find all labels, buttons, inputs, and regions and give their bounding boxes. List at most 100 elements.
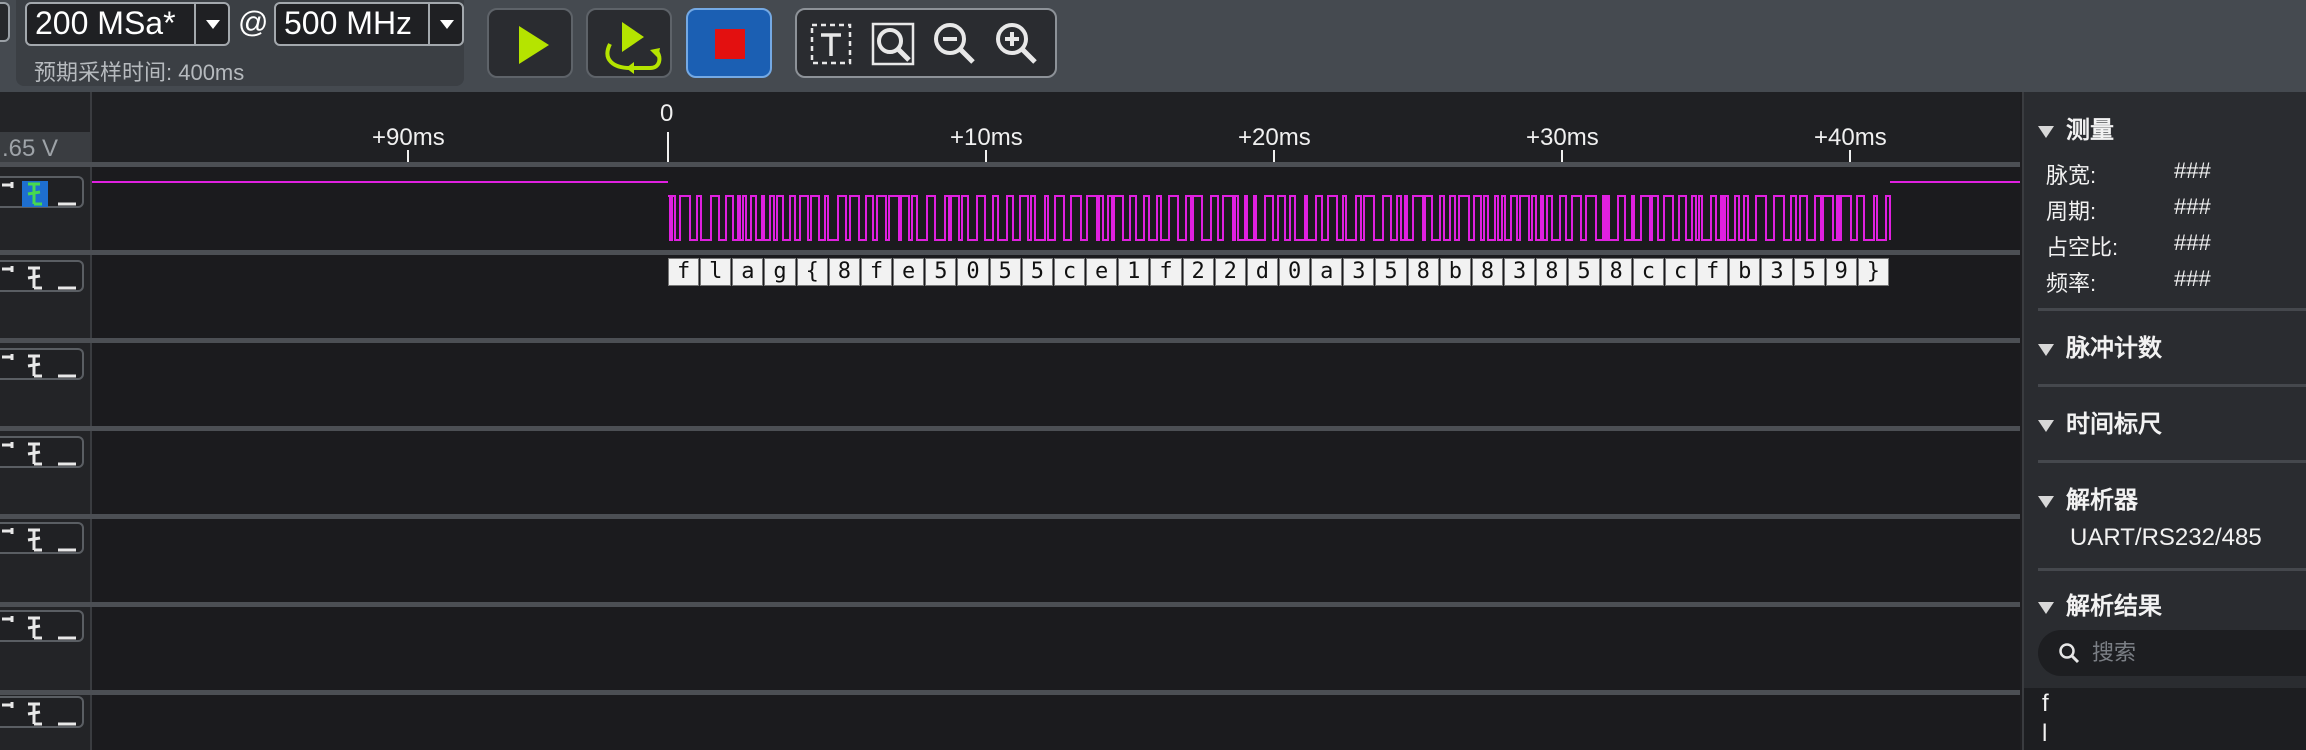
search-icon — [2059, 643, 2080, 664]
decoded-byte[interactable]: d — [1246, 258, 1278, 286]
chevron-down-icon[interactable] — [194, 4, 228, 44]
section-pulse-count[interactable]: 脉冲计数 — [2038, 328, 2162, 363]
frequency-value: 500 MHz — [284, 5, 413, 41]
decoded-byte[interactable]: 8 — [1407, 258, 1439, 286]
zoom-toolbar — [795, 8, 1057, 78]
zoom-area-button[interactable] — [867, 18, 919, 70]
decoded-byte[interactable]: 5 — [1568, 258, 1600, 286]
chevron-down-icon — [2038, 419, 2054, 432]
chevron-down-icon[interactable] — [428, 4, 462, 44]
waveform-area[interactable]: .65 V +90ms 0 +10ms +20ms +30ms +40ms f l a g{8 f… — [0, 92, 2020, 750]
sidebar: 测量 脉宽: ### 周期: ### 占空比: ### 频率: ### 脉冲计数… — [2022, 92, 2306, 750]
measure-label: 频率: — [2046, 271, 2097, 296]
zoom-out-button[interactable] — [929, 18, 981, 70]
at-symbol: @ — [238, 6, 269, 39]
chevron-down-icon — [2038, 601, 2054, 614]
decoded-byte[interactable]: 5 — [1375, 258, 1407, 286]
chevron-down-icon — [2038, 125, 2054, 138]
pulse-train — [668, 195, 1891, 241]
decoded-byte[interactable]: g — [764, 258, 796, 286]
divider — [2038, 308, 2306, 311]
decoded-byte[interactable]: a — [1311, 258, 1343, 286]
chevron-down-icon — [2038, 495, 2054, 508]
measure-value: ### — [2174, 158, 2211, 183]
decoded-byte[interactable]: 8 — [828, 258, 860, 286]
frequency-dropdown[interactable]: 500 MHz — [274, 2, 464, 46]
measure-row-frequency: 频率: ### — [2046, 266, 2211, 298]
zoom-in-button[interactable] — [991, 18, 1043, 70]
toolbar: 200 MSa* @ 500 MHz 预期采样时间: 400ms — [0, 0, 2306, 92]
results-search[interactable] — [2038, 630, 2306, 676]
decoded-byte[interactable]: 2 — [1214, 258, 1246, 286]
loop-play-icon — [605, 22, 662, 74]
decoded-byte[interactable]: 5 — [989, 258, 1021, 286]
loop-run-button[interactable] — [586, 8, 672, 78]
section-measure[interactable]: 测量 — [2038, 110, 2114, 145]
list-item[interactable]: l — [2042, 720, 2047, 748]
section-results[interactable]: 解析结果 — [2038, 586, 2162, 621]
run-button[interactable] — [487, 8, 573, 78]
decoded-byte[interactable]: 3 — [1343, 258, 1375, 286]
zoom-area-icon — [871, 22, 915, 66]
section-analyzer-title: 解析器 — [2066, 487, 2138, 514]
text-select-icon — [810, 23, 852, 65]
decoded-byte[interactable]: b — [1439, 258, 1471, 286]
estimated-sampling-time: 预期采样时间: 400ms — [34, 60, 245, 85]
section-time-ruler-title: 时间标尺 — [2066, 411, 2162, 438]
decoded-byte[interactable]: c — [1053, 258, 1086, 286]
sample-rate-dropdown[interactable]: 200 MSa* — [25, 2, 230, 46]
decoded-byte[interactable]: 9 — [1825, 258, 1857, 286]
decoded-byte[interactable]: c — [1632, 258, 1664, 286]
decoded-byte[interactable]: 1 — [1118, 258, 1150, 286]
decoded-byte[interactable]: 8 — [1471, 258, 1504, 286]
play-icon — [519, 26, 549, 64]
section-results-title: 解析结果 — [2066, 593, 2162, 620]
zoom-out-icon — [934, 23, 975, 64]
channel-menu-edge[interactable] — [0, 2, 10, 42]
list-item[interactable]: f — [2042, 690, 2049, 718]
decoded-byte[interactable]: e — [893, 258, 925, 286]
decoded-byte[interactable]: } — [1857, 258, 1889, 286]
section-pulse-count-title: 脉冲计数 — [2066, 335, 2162, 362]
decoded-byte[interactable]: 3 — [1504, 258, 1536, 286]
decoded-byte[interactable]: 0 — [1279, 258, 1311, 286]
decoded-byte[interactable]: 8 — [1536, 258, 1568, 286]
decoded-byte[interactable]: f — [1697, 258, 1729, 286]
measure-label: 周期: — [2046, 199, 2097, 224]
signal-trace — [92, 181, 2020, 241]
decoded-byte[interactable]: f — [1150, 258, 1182, 286]
decoded-byte[interactable]: 3 — [1761, 258, 1793, 286]
section-analyzer[interactable]: 解析器 — [2038, 480, 2138, 515]
decoded-byte[interactable]: 5 — [1793, 258, 1825, 286]
measure-row-period: 周期: ### — [2046, 194, 2211, 226]
divider — [2038, 568, 2306, 571]
measure-label: 占空比: — [2046, 235, 2119, 260]
decoded-byte[interactable]: 5 — [1021, 258, 1053, 286]
decoded-byte[interactable]: 0 — [957, 258, 989, 286]
decoded-byte[interactable]: 5 — [925, 258, 957, 286]
section-time-ruler[interactable]: 时间标尺 — [2038, 404, 2162, 439]
decoded-byte[interactable]: 2 — [1182, 258, 1214, 286]
decoded-byte[interactable]: c — [1664, 258, 1697, 286]
decoded-byte[interactable]: f — [860, 258, 893, 286]
decoded-byte[interactable]: b — [1729, 258, 1761, 286]
decoded-byte[interactable]: e — [1086, 258, 1118, 286]
text-select-button[interactable] — [805, 18, 857, 70]
decoder-protocol[interactable]: UART/RS232/485 — [2070, 524, 2262, 552]
results-list[interactable]: f l — [2024, 688, 2306, 750]
section-measure-title: 测量 — [2066, 117, 2114, 144]
decoded-byte[interactable]: l — [700, 258, 732, 286]
sample-rate-value: 200 MSa* — [35, 5, 176, 41]
decoded-byte[interactable]: { — [796, 258, 828, 286]
measure-value: ### — [2174, 230, 2211, 255]
measure-value: ### — [2174, 266, 2211, 291]
divider — [2038, 460, 2306, 463]
decoded-byte[interactable]: a — [732, 258, 764, 286]
zoom-in-icon — [996, 23, 1037, 64]
decoded-byte[interactable]: f — [668, 258, 700, 286]
measure-label: 脉宽: — [2046, 163, 2097, 188]
search-input[interactable] — [2092, 636, 2302, 670]
measure-value: ### — [2174, 194, 2211, 219]
stop-button[interactable] — [686, 8, 772, 78]
decoded-byte[interactable]: 8 — [1600, 258, 1632, 286]
